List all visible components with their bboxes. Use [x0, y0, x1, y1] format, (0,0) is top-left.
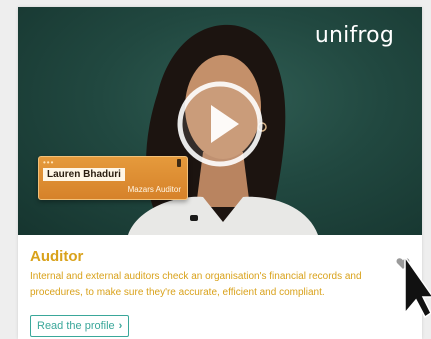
career-description: Internal and external auditors check an …	[30, 271, 362, 298]
play-icon[interactable]	[175, 79, 265, 169]
arrow-cursor-icon	[404, 255, 431, 319]
career-card: unifrog ••• Lauren Bhaduri Mazars Audito…	[18, 7, 422, 339]
play-button[interactable]	[175, 79, 265, 169]
read-profile-button[interactable]: Read the profile ›	[30, 315, 130, 337]
speaker-name: Lauren Bhaduri	[43, 168, 125, 181]
video-player[interactable]: unifrog ••• Lauren Bhaduri Mazars Audito…	[18, 7, 422, 235]
read-profile-label: Read the profile	[37, 320, 115, 332]
dots-icon: •••	[43, 158, 55, 167]
career-title: Auditor	[30, 248, 84, 265]
chevron-right-icon: ›	[118, 320, 123, 332]
pin-icon	[177, 159, 181, 167]
brand-logo: unifrog	[314, 23, 394, 48]
speaker-nametag: ••• Lauren Bhaduri Mazars Auditor	[38, 156, 188, 200]
speaker-role: Mazars Auditor	[127, 185, 181, 194]
